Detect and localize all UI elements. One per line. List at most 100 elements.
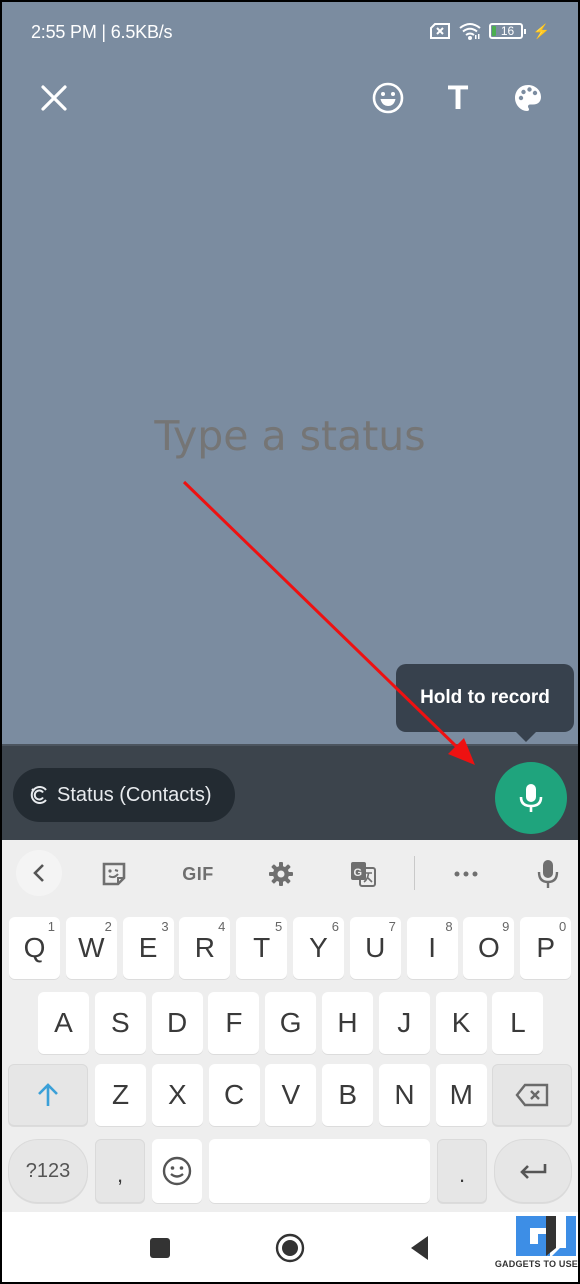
composer-bottom-bar: Status (Contacts) xyxy=(2,744,578,840)
more-options-button[interactable] xyxy=(442,850,490,898)
key-label: U xyxy=(365,932,386,963)
privacy-label: Status (Contacts) xyxy=(57,783,212,806)
key-n[interactable]: N xyxy=(379,1064,430,1126)
recents-button[interactable] xyxy=(140,1228,180,1268)
period-label: . xyxy=(458,1162,466,1187)
enter-icon xyxy=(520,1164,547,1179)
comma-key[interactable]: , xyxy=(95,1139,145,1203)
key-e[interactable]: E3 xyxy=(122,917,174,979)
emoji-icon xyxy=(372,82,404,114)
toolbar-divider xyxy=(414,856,415,890)
square-icon xyxy=(150,1238,170,1258)
home-button[interactable] xyxy=(270,1228,310,1268)
key-h[interactable]: H xyxy=(322,992,373,1054)
key-label: O xyxy=(478,932,500,963)
more-horizontal-icon xyxy=(454,871,478,877)
key-number-hint: 5 xyxy=(274,919,283,934)
translate-icon: G xyxy=(351,862,376,887)
key-s[interactable]: S xyxy=(94,992,146,1054)
sticker-icon xyxy=(102,862,126,886)
wifi-icon xyxy=(458,23,481,40)
key-q[interactable]: Q1 xyxy=(9,917,60,979)
key-label: R xyxy=(194,932,215,963)
enter-key[interactable] xyxy=(494,1139,572,1203)
key-label: W xyxy=(78,932,105,963)
key-f[interactable]: F xyxy=(208,992,260,1054)
key-label: L xyxy=(510,1007,526,1038)
key-number-hint: 0 xyxy=(558,919,567,934)
key-label: Z xyxy=(111,1079,130,1110)
key-r[interactable]: R4 xyxy=(179,917,231,979)
keyboard-settings-button[interactable] xyxy=(257,850,305,898)
microphone-icon xyxy=(537,860,559,888)
status-text-input[interactable] xyxy=(2,412,578,460)
key-m[interactable]: M xyxy=(435,1064,487,1126)
svg-text:G: G xyxy=(354,867,363,879)
status-bar: 2:55 PM | 6.5KB/s 16 ⚡ xyxy=(2,2,578,62)
color-palette-button[interactable] xyxy=(504,72,552,124)
gadgets-to-use-logo: GADGETS TO USE xyxy=(495,1212,578,1274)
key-t[interactable]: T5 xyxy=(236,917,288,979)
close-button[interactable] xyxy=(30,72,78,124)
toolbar-back-button[interactable] xyxy=(16,850,62,896)
key-z[interactable]: Z xyxy=(95,1064,146,1126)
key-d[interactable]: D xyxy=(151,992,203,1054)
key-label: N xyxy=(394,1079,415,1110)
space-key[interactable] xyxy=(209,1139,430,1203)
key-l[interactable]: L xyxy=(492,992,544,1054)
status-icon xyxy=(30,786,47,804)
key-x[interactable]: X xyxy=(151,1064,203,1126)
key-a[interactable]: A xyxy=(38,992,89,1054)
gear-icon xyxy=(269,862,293,886)
key-p[interactable]: P0 xyxy=(520,917,572,979)
backspace-icon xyxy=(515,1083,549,1107)
period-key[interactable]: . xyxy=(437,1139,487,1203)
shift-key[interactable] xyxy=(8,1064,88,1126)
key-label: P xyxy=(536,932,556,963)
chevron-left-icon xyxy=(33,864,44,882)
palette-icon xyxy=(515,85,541,111)
key-number-hint: 2 xyxy=(104,919,112,934)
key-b[interactable]: B xyxy=(322,1064,374,1126)
key-number-hint: 7 xyxy=(388,919,396,934)
key-u[interactable]: U7 xyxy=(349,917,401,979)
key-number-hint: 9 xyxy=(502,919,510,934)
translate-button[interactable]: G xyxy=(339,850,387,898)
back-button[interactable] xyxy=(400,1228,440,1268)
key-label: V xyxy=(281,1079,301,1110)
key-w[interactable]: W2 xyxy=(65,917,117,979)
emoji-button[interactable] xyxy=(364,72,412,124)
gif-button[interactable]: GIF xyxy=(174,850,222,898)
text-icon: T xyxy=(447,78,469,117)
key-g[interactable]: G xyxy=(265,992,317,1054)
key-i[interactable]: I8 xyxy=(406,917,458,979)
key-label: D xyxy=(166,1007,188,1038)
comma-label: , xyxy=(116,1162,124,1187)
battery-icon: 16 xyxy=(488,23,526,39)
emoji-key[interactable] xyxy=(152,1139,202,1203)
key-label: K xyxy=(451,1007,471,1038)
symbols-label: ?123 xyxy=(25,1159,71,1182)
voice-typing-button[interactable] xyxy=(524,850,572,898)
key-number-hint: 4 xyxy=(218,919,226,934)
status-privacy-button[interactable]: Status (Contacts) xyxy=(13,768,235,822)
key-number-hint: 8 xyxy=(445,919,453,934)
key-k[interactable]: K xyxy=(435,992,487,1054)
battery-level: 16 xyxy=(500,24,515,38)
key-label: Y xyxy=(309,932,328,963)
voice-record-button[interactable] xyxy=(495,762,567,834)
microphone-icon xyxy=(519,784,543,812)
backspace-key[interactable] xyxy=(492,1064,572,1126)
text-style-button[interactable]: T xyxy=(434,72,482,124)
key-label: B xyxy=(338,1079,358,1110)
key-v[interactable]: V xyxy=(265,1064,317,1126)
sticker-button[interactable] xyxy=(90,850,138,898)
key-label: H xyxy=(337,1007,358,1038)
key-y[interactable]: Y6 xyxy=(293,917,344,979)
symbols-key[interactable]: ?123 xyxy=(8,1139,88,1203)
key-label: T xyxy=(253,932,271,963)
key-o[interactable]: O9 xyxy=(463,917,515,979)
key-c[interactable]: C xyxy=(208,1064,260,1126)
key-j[interactable]: J xyxy=(378,992,430,1054)
key-number-hint: 3 xyxy=(161,919,169,934)
